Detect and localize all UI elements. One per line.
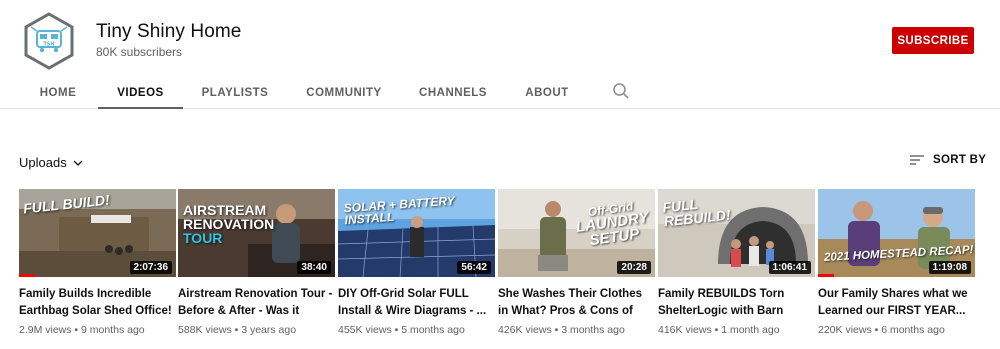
video-card[interactable]: Off-Grid LAUNDRY SETUP 20:28 She Washes …: [498, 189, 655, 336]
tab-videos[interactable]: VIDEOS: [98, 78, 183, 109]
video-thumbnail[interactable]: Off-Grid LAUNDRY SETUP 20:28: [498, 189, 655, 277]
channel-name: Tiny Shiny Home: [96, 21, 242, 42]
uploads-label: Uploads: [19, 155, 67, 170]
thumbnail-overlay-text: Off-Grid LAUNDRY SETUP: [574, 199, 650, 250]
thumbnail-overlay-text: FULL REBUILD!: [661, 195, 732, 230]
video-title[interactable]: DIY Off-Grid Solar FULL Install & Wire D…: [338, 286, 495, 320]
video-card[interactable]: SOLAR + BATTERY INSTALL 56:42 DIY Off-Gr…: [338, 189, 495, 336]
video-thumbnail[interactable]: FULL REBUILD! 1:06:41: [658, 189, 815, 277]
thumbnail-overlay-text: AIRSTREAM RENOVATION TOUR: [183, 202, 275, 246]
chevron-down-icon: [73, 160, 83, 166]
video-title[interactable]: She Washes Their Clothes in What? Pros &…: [498, 286, 655, 320]
video-thumbnail[interactable]: AIRSTREAM RENOVATION TOUR 38:40: [178, 189, 335, 277]
video-thumbnail[interactable]: SOLAR + BATTERY INSTALL 56:42: [338, 189, 495, 277]
channel-tabs: HOME VIDEOS PLAYLISTS COMMUNITY CHANNELS…: [0, 78, 1000, 109]
avatar-logo-icon: TSH: [24, 12, 74, 70]
video-duration: 2:07:36: [129, 261, 172, 274]
watch-progress-bar: [19, 274, 35, 277]
watch-progress-bar: [818, 274, 834, 277]
video-thumbnail[interactable]: FULL BUILD! 2:07:36: [19, 189, 176, 277]
video-duration: 38:40: [297, 261, 331, 274]
channel-header: TSH Tiny Shiny Home 80K subscribers SUBS…: [0, 0, 1000, 72]
sort-icon: [910, 155, 924, 165]
tab-channels[interactable]: CHANNELS: [412, 78, 494, 108]
video-meta: 220K views • 6 months ago: [818, 324, 945, 336]
video-duration: 56:42: [457, 261, 491, 274]
video-title[interactable]: Our Family Shares what we Learned our FI…: [818, 286, 975, 320]
video-title[interactable]: Airstream Renovation Tour - Before & Aft…: [178, 286, 335, 320]
video-meta: 416K views • 1 month ago: [658, 324, 780, 336]
video-meta: 588K views • 3 years ago: [178, 324, 297, 336]
video-grid: FULL BUILD! 2:07:36 Family Builds Incred…: [0, 189, 1000, 349]
tab-home[interactable]: HOME: [30, 78, 86, 108]
subscribe-button[interactable]: SUBSCRIBE: [892, 27, 974, 54]
video-meta: 426K views • 3 months ago: [498, 324, 625, 336]
video-title[interactable]: Family Builds Incredible Earthbag Solar …: [19, 286, 176, 320]
tab-playlists[interactable]: PLAYLISTS: [196, 78, 274, 108]
video-meta: 2.9M views • 9 months ago: [19, 324, 145, 336]
video-meta: 455K views • 5 months ago: [338, 324, 465, 336]
video-card[interactable]: AIRSTREAM RENOVATION TOUR 38:40 Airstrea…: [178, 189, 335, 336]
search-icon: [613, 83, 629, 99]
video-duration: 20:28: [617, 261, 651, 274]
video-duration: 1:06:41: [768, 261, 811, 274]
sort-by-button[interactable]: SORT BY: [909, 154, 986, 166]
video-card[interactable]: FULL REBUILD! 1:06:41 Family REBUILDS To…: [658, 189, 815, 336]
subscriber-count: 80K subscribers: [96, 45, 183, 59]
svg-text:TSH: TSH: [43, 42, 54, 48]
video-title[interactable]: Family REBUILDS Torn ShelterLogic with B…: [658, 286, 815, 320]
sort-label: SORT BY: [933, 154, 987, 166]
video-card[interactable]: 2021 HOMESTEAD RECAP! 1:19:08 Our Family…: [818, 189, 975, 336]
video-thumbnail[interactable]: 2021 HOMESTEAD RECAP! 1:19:08: [818, 189, 975, 277]
uploads-dropdown[interactable]: Uploads: [19, 155, 83, 170]
channel-avatar[interactable]: TSH: [23, 12, 75, 70]
video-duration: 1:19:08: [928, 261, 971, 274]
video-card[interactable]: FULL BUILD! 2:07:36 Family Builds Incred…: [19, 189, 176, 336]
tab-community[interactable]: COMMUNITY: [299, 78, 389, 108]
tab-about[interactable]: ABOUT: [517, 78, 577, 108]
channel-search-button[interactable]: [612, 82, 630, 100]
